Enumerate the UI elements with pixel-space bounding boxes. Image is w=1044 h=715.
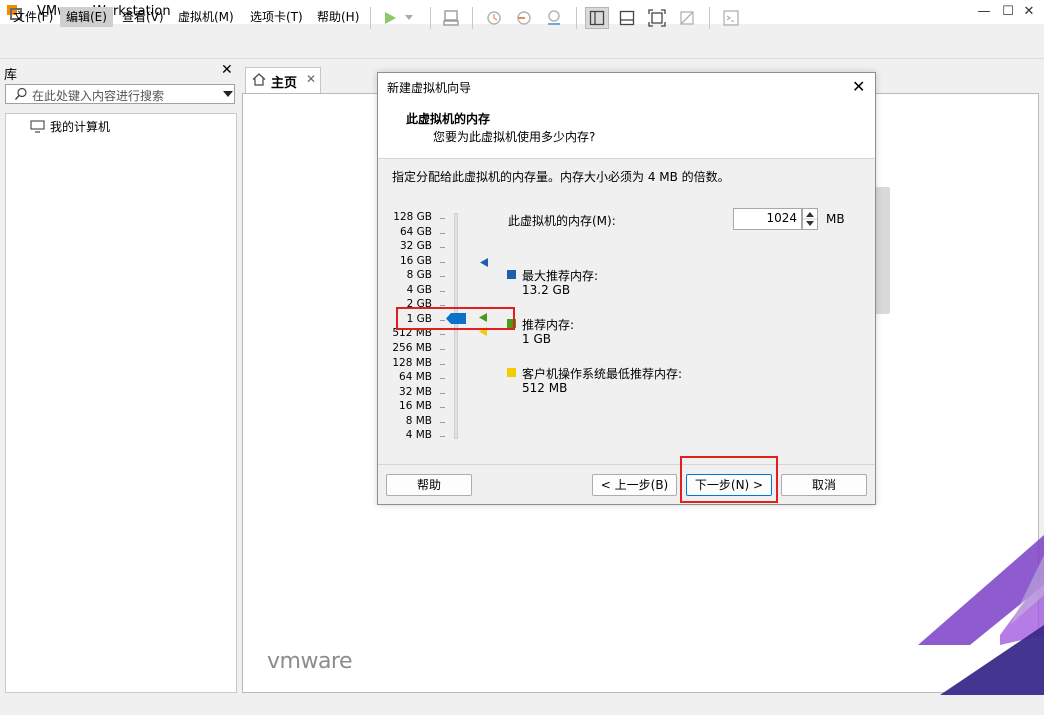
slider-tick-label: 128 GB — [393, 211, 432, 223]
toolbar-separator — [472, 7, 473, 29]
status-bar — [0, 695, 1044, 715]
slider-tick-mark — [440, 261, 445, 263]
slider-tick-mark — [440, 218, 445, 219]
menu-vm[interactable]: 虚拟机(M) — [172, 7, 240, 27]
slider-tick-mark — [440, 232, 445, 234]
min-recommended-value: 512 MB — [522, 381, 568, 395]
spinner-arrows-icon[interactable] — [803, 209, 817, 229]
memory-input-value: 1024 — [766, 211, 797, 225]
library-close-icon[interactable]: ✕ — [221, 62, 233, 78]
menu-tabs[interactable]: 选项卡(T) — [244, 7, 309, 27]
snapshot-manager-icon[interactable] — [542, 7, 566, 29]
menu-edit[interactable]: 编辑(E) — [60, 7, 113, 27]
slider-tick-mark — [440, 378, 445, 380]
help-button[interactable]: 帮助 — [386, 474, 472, 496]
dialog-title: 新建虚拟机向导 — [387, 81, 472, 95]
toolbar-separator — [709, 7, 710, 29]
min-recommended-title: 客户机操作系统最低推荐内存: — [522, 367, 683, 381]
library-header — [0, 60, 240, 84]
slider-tick-mark — [440, 290, 445, 292]
slider-tick-mark — [440, 392, 445, 394]
slider-tick-mark — [440, 334, 445, 336]
full-screen-icon[interactable] — [645, 7, 669, 29]
max-recommended-swatch — [507, 270, 516, 279]
revert-snapshot-icon[interactable] — [512, 7, 536, 29]
toolbar-separator — [430, 7, 431, 29]
slider-tick-label: 64 GB — [399, 225, 432, 238]
memory-spinner[interactable] — [802, 208, 818, 230]
recommended-title: 推荐内存: — [522, 318, 575, 332]
min-recommended-swatch — [507, 368, 516, 377]
show-library-icon[interactable] — [585, 7, 609, 29]
slider-tick-label: 4 MB — [405, 429, 432, 442]
back-button[interactable]: < 上一步(B) — [592, 474, 677, 496]
slider-tick-mark — [440, 436, 445, 438]
chevron-down-icon[interactable] — [402, 7, 416, 29]
slider-tick-mark — [440, 363, 445, 365]
tab-close-icon[interactable]: ✕ — [306, 72, 316, 86]
send-ctrl-alt-del-icon[interactable] — [439, 7, 463, 29]
recommended-value: 1 GB — [522, 332, 551, 346]
unity-icon[interactable] — [675, 7, 699, 29]
library-tree — [5, 113, 237, 693]
slider-tick-label: 4 GB — [406, 283, 432, 296]
slider-tick-mark — [440, 407, 445, 409]
menu-view[interactable]: 查看(V) — [116, 7, 170, 27]
slider-tick-mark — [440, 348, 445, 350]
dialog-footer-divider — [378, 464, 875, 465]
dialog-heading: 此虚拟机的内存 — [406, 112, 491, 126]
slider-tick-label: 256 MB — [392, 341, 432, 354]
home-icon — [252, 73, 266, 86]
library-search-placeholder: 在此处键入内容进行搜索 — [32, 89, 165, 103]
console-view-icon[interactable] — [719, 7, 743, 29]
close-window-button[interactable]: ✕ — [1012, 0, 1044, 24]
dialog-close-icon[interactable]: ✕ — [852, 77, 865, 96]
toolbar-separator — [576, 7, 577, 29]
dialog-instructions: 指定分配给此虚拟机的内存量。内存大小必须为 4 MB 的倍数。 — [392, 170, 730, 184]
show-thumbnail-bar-icon[interactable] — [615, 7, 639, 29]
toolbar-separator — [370, 7, 371, 29]
search-icon — [14, 87, 27, 100]
menu-file[interactable]: 文件(F) — [7, 7, 59, 27]
slider-tick-mark — [440, 276, 445, 278]
highlight-box-next — [680, 456, 778, 503]
slider-tick-mark — [440, 247, 445, 249]
search-dropdown-icon[interactable] — [223, 91, 233, 98]
dialog-subheading: 您要为此虚拟机使用多少内存? — [433, 130, 596, 144]
vmware-logo: vmware — [267, 649, 353, 674]
power-on-icon[interactable] — [378, 7, 402, 29]
slider-tick-label: 8 MB — [405, 414, 432, 427]
menu-toolbar — [0, 24, 1044, 59]
slider-tick-label: 128 MB — [392, 356, 432, 369]
highlight-box-1gb — [396, 307, 515, 330]
tree-item-my-computer[interactable]: 我的计算机 — [50, 118, 110, 135]
computer-icon — [30, 120, 45, 133]
menu-help[interactable]: 帮助(H) — [311, 7, 365, 27]
slider-tick-label: 16 GB — [399, 254, 432, 267]
max-recommended-marker — [480, 258, 488, 267]
max-recommended-title: 最大推荐内存: — [522, 269, 599, 283]
memory-unit: MB — [826, 212, 845, 226]
memory-label: 此虚拟机的内存(M): — [508, 214, 616, 228]
slider-tick-label: 8 GB — [406, 269, 432, 282]
tab-home-label: 主页 — [271, 76, 298, 91]
slider-tick-label: 16 MB — [399, 400, 432, 413]
slider-tick-label: 32 MB — [399, 385, 432, 398]
slider-tick-label: 32 GB — [399, 240, 432, 253]
slider-tick-label: 64 MB — [399, 371, 432, 384]
cancel-button[interactable]: 取消 — [781, 474, 867, 496]
max-recommended-value: 13.2 GB — [522, 283, 571, 297]
library-title: 库 — [4, 68, 18, 83]
snapshot-icon[interactable] — [482, 7, 506, 29]
decorative-corner-graphic — [918, 535, 1044, 695]
slider-tick-mark — [440, 421, 445, 423]
